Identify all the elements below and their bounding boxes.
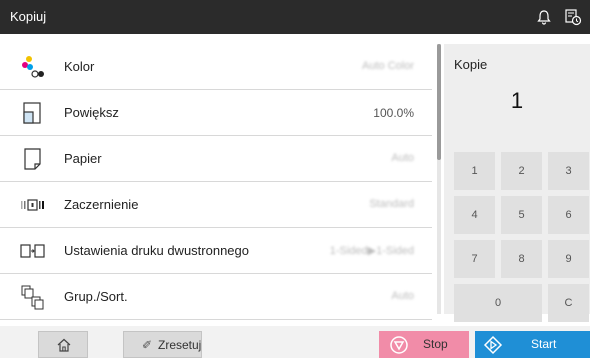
keypad-key-6[interactable]: 6	[548, 196, 589, 234]
keypad-key-3[interactable]: 3	[548, 152, 589, 190]
setting-label: Papier	[64, 151, 102, 166]
setting-row-density[interactable]: Zaczernienie Standard	[0, 182, 432, 228]
setting-value: Auto	[391, 290, 414, 302]
setting-label: Kolor	[64, 59, 95, 74]
start-label: Start	[531, 337, 557, 351]
setting-row-color[interactable]: Kolor Auto Color	[0, 44, 432, 90]
sort-icon	[20, 284, 46, 310]
density-icon	[20, 192, 46, 218]
job-status-icon[interactable]	[564, 8, 582, 26]
keypad-key-8[interactable]: 8	[501, 240, 542, 278]
stop-icon	[390, 336, 408, 354]
setting-row-sort[interactable]: Grup./Sort. Auto	[0, 274, 432, 320]
title-bar: Kopiuj	[0, 0, 590, 34]
keypad-key-4[interactable]: 4	[454, 196, 495, 234]
keypad-key-clear[interactable]: C	[548, 284, 589, 322]
bell-icon[interactable]	[536, 9, 552, 25]
reset-button[interactable]: ✐ Zresetuj	[123, 331, 202, 358]
setting-label: Ustawienia druku dwustronnego	[64, 243, 249, 258]
copies-count: 1	[510, 88, 524, 113]
setting-label: Powiększ	[64, 105, 119, 120]
keypad-key-5[interactable]: 5	[501, 196, 542, 234]
keypad-key-9[interactable]: 9	[548, 240, 589, 278]
setting-value: Standard	[369, 198, 414, 210]
keypad-key-2[interactable]: 2	[501, 152, 542, 190]
paper-icon	[20, 146, 46, 172]
start-icon	[483, 335, 503, 355]
bottom-bar: ✐ Zresetuj Stop Start	[0, 326, 590, 358]
setting-row-paper[interactable]: Papier Auto	[0, 136, 432, 182]
setting-value: Auto Color	[362, 60, 414, 72]
setting-label: Grup./Sort.	[64, 289, 128, 304]
settings-scrollbar[interactable]	[437, 44, 441, 314]
settings-list: Kolor Auto Color Powiększ 100.0% Papier …	[0, 44, 432, 320]
color-dots-icon	[20, 54, 46, 80]
keypad-key-0[interactable]: 0	[454, 284, 542, 322]
duplex-icon	[20, 238, 46, 264]
copies-label: Kopie	[454, 57, 488, 72]
zoom-page-icon	[20, 100, 46, 126]
keypad-key-1[interactable]: 1	[454, 152, 495, 190]
setting-label: Zaczernienie	[64, 197, 139, 212]
setting-value: 100.0%	[373, 106, 414, 120]
start-button[interactable]: Start	[475, 331, 590, 358]
screen-title: Kopiuj	[10, 9, 47, 24]
setting-row-duplex[interactable]: Ustawienia druku dwustronnego 1-Sided▶1-…	[0, 228, 432, 274]
scrollbar-thumb[interactable]	[437, 44, 441, 160]
keypad-key-7[interactable]: 7	[454, 240, 495, 278]
stop-label: Stop	[423, 337, 448, 351]
home-button[interactable]	[38, 331, 88, 358]
setting-value: Auto	[391, 152, 414, 164]
reset-label: Zresetuj	[158, 338, 202, 352]
setting-value: 1-Sided▶1-Sided	[329, 245, 414, 257]
home-icon	[57, 338, 71, 352]
eraser-icon: ✐	[142, 338, 153, 352]
stop-button[interactable]: Stop	[379, 331, 469, 358]
setting-row-zoom[interactable]: Powiększ 100.0%	[0, 90, 432, 136]
copies-panel: Kopie 1 1 2 3 4 5 6 7 8 9 0 C	[444, 44, 590, 322]
